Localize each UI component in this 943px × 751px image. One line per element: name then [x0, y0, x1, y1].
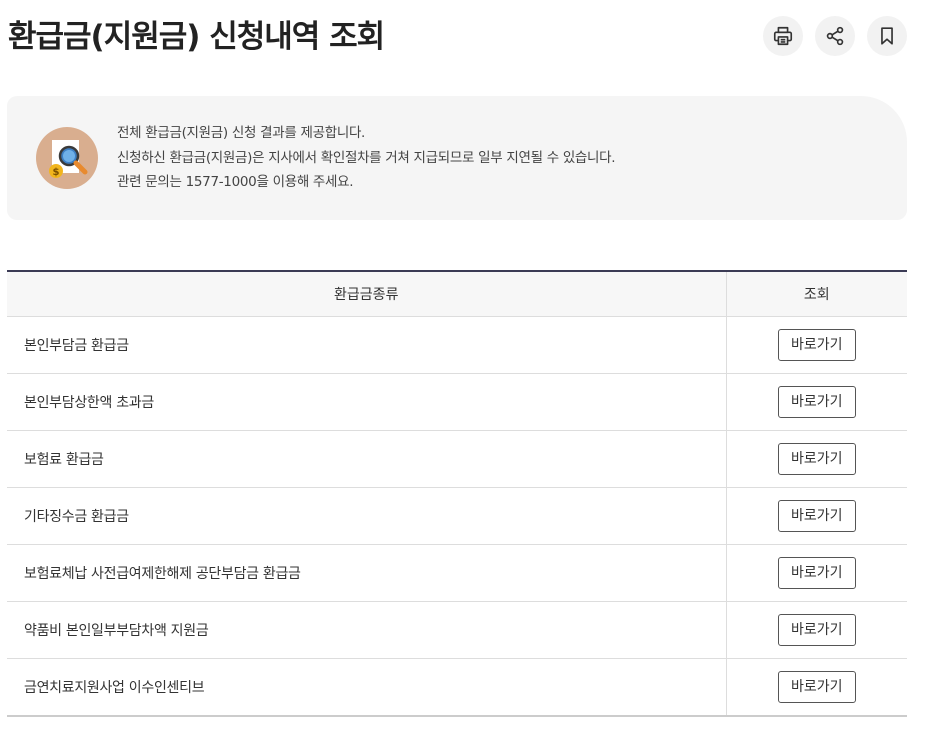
page-title: 환급금(지원금) 신청내역 조회 — [8, 19, 385, 55]
info-text: 전체 환급금(지원금) 신청 결과를 제공합니다. 신청하신 환급금(지원금)은… — [117, 121, 616, 195]
refund-type-cell: 금연치료지원사업 이수인센티브 — [7, 658, 727, 717]
refund-type-cell: 보험료체납 사전급여제한해제 공단부담금 환급금 — [7, 544, 727, 602]
bookmark-button[interactable] — [867, 16, 907, 56]
refund-type-cell: 기타징수금 환급금 — [7, 487, 727, 545]
column-header-type: 환급금종류 — [7, 271, 727, 317]
info-line: 신청하신 환급금(지원금)은 지사에서 확인절차를 거쳐 지급되므로 일부 지연… — [117, 149, 616, 166]
info-line: 전체 환급금(지원금) 신청 결과를 제공합니다. — [117, 125, 366, 141]
go-button[interactable]: 바로가기 — [777, 443, 856, 475]
table-header-row: 환급금종류 조회 — [7, 271, 907, 317]
column-header-view: 조회 — [726, 271, 907, 317]
go-button[interactable]: 바로가기 — [777, 671, 856, 703]
go-button[interactable]: 바로가기 — [777, 386, 856, 418]
table-row: 약품비 본인일부부담차액 지원금 바로가기 — [7, 601, 907, 659]
print-icon — [773, 26, 793, 46]
go-button[interactable]: 바로가기 — [777, 329, 856, 361]
share-button[interactable] — [815, 16, 855, 56]
refund-type-cell: 본인부담상한액 초과금 — [7, 373, 727, 431]
share-icon — [826, 26, 844, 46]
table-row: 본인부담상한액 초과금 바로가기 — [7, 373, 907, 431]
refund-type-cell: 보험료 환급금 — [7, 430, 727, 488]
table-row: 본인부담금 환급금 바로가기 — [7, 316, 907, 374]
table-row: 기타징수금 환급금 바로가기 — [7, 487, 907, 545]
refund-table: 환급금종류 조회 본인부담금 환급금 바로가기 본인부담상한액 초과금 바로가기… — [7, 270, 907, 717]
table-row: 보험료 환급금 바로가기 — [7, 430, 907, 488]
svg-text:$: $ — [53, 167, 60, 178]
table-row: 금연치료지원사업 이수인센티브 바로가기 — [7, 658, 907, 717]
refund-type-cell: 약품비 본인일부부담차액 지원금 — [7, 601, 727, 659]
info-box: $ 전체 환급금(지원금) 신청 결과를 제공합니다. 신청하신 환급금(지원금… — [7, 96, 907, 220]
go-button[interactable]: 바로가기 — [777, 500, 856, 532]
print-button[interactable] — [763, 16, 803, 56]
bookmark-icon — [881, 27, 893, 45]
info-line: 관련 문의는 1577-1000을 이용해 주세요. — [117, 174, 354, 190]
go-button[interactable]: 바로가기 — [777, 614, 856, 646]
table-row: 보험료체납 사전급여제한해제 공단부담금 환급금 바로가기 — [7, 544, 907, 602]
magnifier-money-icon: $ — [36, 127, 98, 189]
go-button[interactable]: 바로가기 — [777, 557, 856, 589]
refund-type-cell: 본인부담금 환급금 — [7, 316, 727, 374]
